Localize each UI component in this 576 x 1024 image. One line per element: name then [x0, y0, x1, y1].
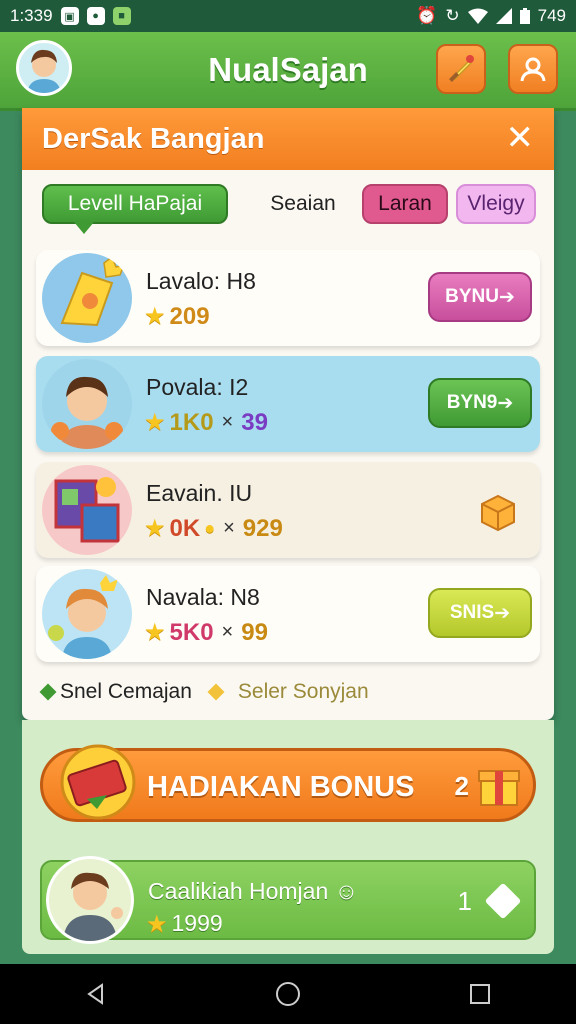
boy-avatar-icon: [27, 49, 61, 93]
status-right: ⏰ ↻ 749: [416, 6, 566, 26]
pink-filter-chip[interactable]: Laran: [362, 184, 448, 224]
arrow-right-icon: ➔: [498, 286, 515, 308]
image-notification-icon: ▣: [60, 7, 79, 25]
bonus-label: HADIAKAN BONUS: [147, 771, 415, 803]
player-card[interactable]: Caalikiah Homjan ☺ ★ 1999 1: [40, 856, 536, 944]
score-value: 0K: [169, 514, 201, 542]
profile-button[interactable]: [508, 44, 558, 94]
game-notification-icon: ■: [112, 7, 131, 25]
profile-icon: [520, 57, 546, 82]
home-button[interactable]: [268, 974, 308, 1014]
star-icon: ★: [144, 515, 166, 542]
list-item[interactable]: Eavain. IU ★ 0K ● × 929: [36, 462, 540, 558]
recents-button[interactable]: [460, 974, 500, 1014]
battery-icon: [519, 8, 530, 24]
boy-crown-avatar-icon: [42, 569, 132, 659]
sword-icon: [449, 55, 474, 82]
row-name: Eavain. IU: [146, 480, 253, 506]
leaderboard-sheet: DerSak Bangjan ✕ Levell HaPajai Seaian L…: [22, 108, 554, 720]
score-value: 1K0: [169, 408, 214, 436]
status-time: 1:339: [10, 6, 53, 25]
bonus-count: 2: [454, 771, 469, 801]
row-action-button[interactable]: BYNU ➔: [428, 272, 532, 322]
ticket-icon: [60, 744, 136, 820]
score-multiplier: 99: [241, 618, 268, 646]
times-sign: ×: [221, 621, 234, 643]
star-icon: ★: [144, 409, 166, 436]
score-value: 209: [169, 302, 210, 330]
row-name: Povala: I2: [146, 374, 249, 400]
row-score: ★ 1K0 × 39: [144, 408, 268, 437]
boy-avatar-icon: [42, 359, 132, 449]
footer-left-link[interactable]: Snel Cemajan: [60, 680, 192, 704]
player-score-value: 1999: [171, 910, 223, 936]
list-item[interactable]: Lavalo: H8 ★ 209 BYNU ➔: [36, 250, 540, 346]
row-action-button[interactable]: BYN9 ➔: [428, 378, 532, 428]
list-item[interactable]: Povala: I2 ★ 1K0 × 39 BYN9 ➔: [36, 356, 540, 452]
row-score: ★ 0K ● × 929: [144, 514, 283, 543]
row-action-label: BYN9: [446, 392, 498, 413]
score-multiplier: 929: [242, 514, 283, 542]
sheet-footer: Snel Cemajan Seler Sonyjan: [39, 680, 369, 704]
app-bar: NualSajan: [0, 32, 576, 111]
arrow-right-icon: ➔: [494, 602, 511, 624]
star-icon: ★: [144, 303, 166, 330]
star-icon: ★: [146, 911, 168, 938]
battery-level: 749: [537, 6, 566, 25]
status-left: 1:339 ▣ ● ■: [10, 6, 131, 26]
home-icon: [276, 982, 300, 1006]
score-multiplier: 39: [241, 408, 268, 436]
player-name: Caalikiah Homjan ☺: [148, 878, 358, 905]
coin-icon: ●: [204, 518, 216, 538]
row-action-button[interactable]: SNIS ➔: [428, 588, 532, 638]
sword-button[interactable]: [436, 44, 486, 94]
back-icon: [87, 983, 103, 1005]
player-score: ★ 1999: [146, 910, 223, 939]
shield-icon: [42, 253, 132, 343]
diamond-icon: [484, 882, 522, 920]
close-icon[interactable]: ✕: [506, 120, 535, 156]
system-nav-bar: [0, 964, 576, 1024]
green-diamond-icon: [39, 683, 57, 701]
arrow-right-icon: ➔: [497, 392, 514, 414]
app-title: NualSajan: [208, 51, 368, 88]
sheet-title: DerSak Bangjan: [42, 122, 265, 155]
row-score: ★ 5K0 × 99: [144, 618, 268, 647]
bonus-banner[interactable]: HADIAKAN BONUS 2: [40, 744, 536, 822]
wifi-icon: [467, 8, 488, 24]
recents-icon: [470, 984, 490, 1004]
times-sign: ×: [223, 517, 235, 539]
gift-box-icon: [478, 770, 520, 806]
back-button[interactable]: [76, 974, 116, 1014]
footer-right-link[interactable]: Seler Sonyjan: [238, 680, 369, 704]
player-name-text: Caalikiah Homjan: [148, 878, 329, 904]
player-avatar-icon: [46, 856, 134, 944]
app-notification-icon: ●: [86, 7, 105, 25]
row-action-label: SNIS: [449, 602, 495, 623]
app-avatar[interactable]: [16, 40, 72, 96]
row-name: Navala: N8: [146, 584, 260, 610]
filter-bar: Levell HaPajai Seaian Laran Vleigy: [22, 170, 554, 236]
plain-filter-chip[interactable]: Seaian: [258, 184, 348, 224]
row-score: ★ 209: [144, 302, 210, 331]
yellow-diamond-icon: [207, 683, 225, 701]
lilac-filter-chip[interactable]: Vleigy: [456, 184, 536, 224]
gift-box-icon[interactable]: [476, 488, 520, 532]
times-sign: ×: [221, 411, 234, 433]
signal-icon: [495, 8, 512, 24]
row-name: Lavalo: H8: [146, 268, 256, 294]
sync-icon: ↻: [445, 6, 460, 25]
sheet-header: DerSak Bangjan: [22, 108, 554, 170]
player-rank: 1: [457, 886, 472, 916]
star-icon: ★: [144, 619, 166, 646]
alarm-icon: ⏰: [416, 6, 438, 25]
photo-frame-icon: [42, 465, 132, 555]
baby-face-icon: ☺: [334, 878, 359, 904]
score-value: 5K0: [169, 618, 214, 646]
row-action-label: BYNU: [445, 286, 499, 307]
list-item[interactable]: Navala: N8 ★ 5K0 × 99 SNIS ➔: [36, 566, 540, 662]
level-filter-chip[interactable]: Levell HaPajai: [42, 184, 228, 234]
status-bar: 1:339 ▣ ● ■ ⏰ ↻ 749: [0, 0, 576, 32]
